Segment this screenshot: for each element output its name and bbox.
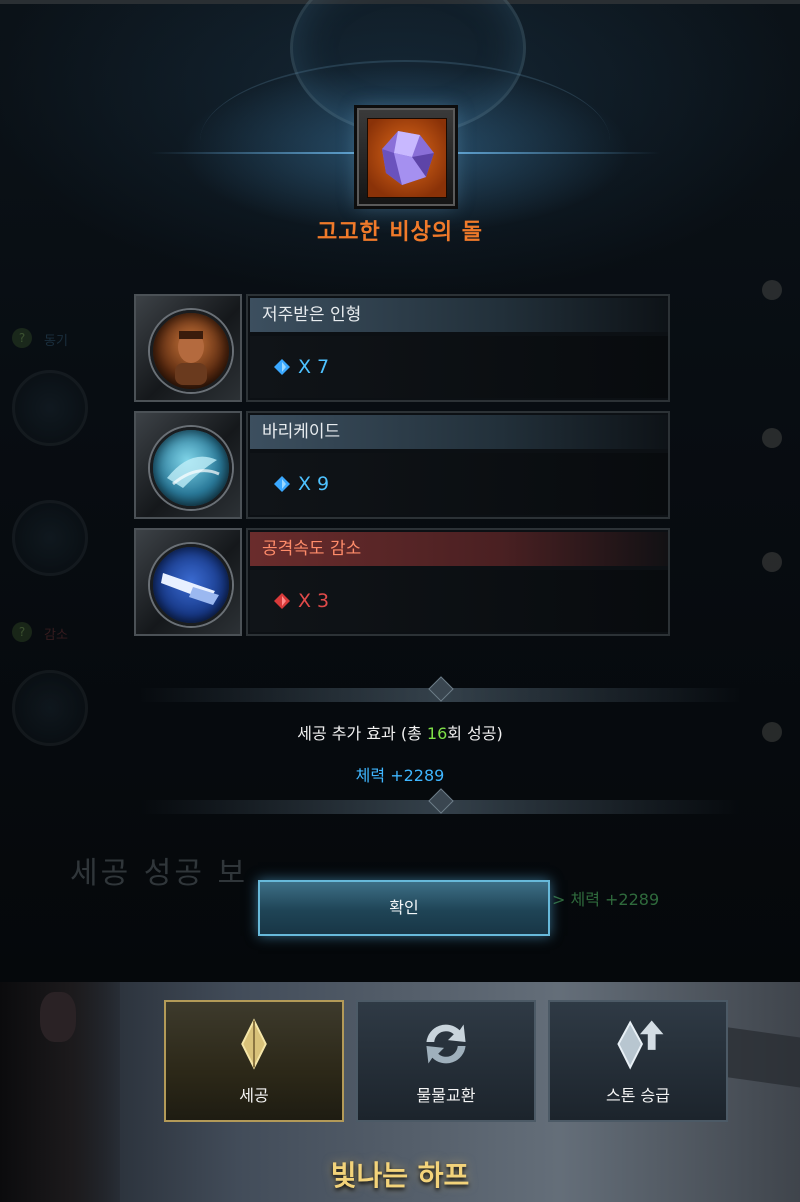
background-icon [12,500,88,576]
effect-value: X 3 [250,570,668,632]
effect-value-text: X 7 [298,356,330,378]
item-icon-frame [357,108,455,206]
background-label: 동기 [44,334,68,349]
effect-body: 바리케이드 X 9 [246,411,670,519]
effect-name: 공격속도 감소 [250,532,668,566]
effect-icon-frame [134,411,242,519]
blue-gem-icon [274,476,290,492]
background-heading: 세공 성공 보 [70,856,249,891]
purple-crystal-icon [367,118,447,198]
crystal-icon [241,1018,267,1070]
effect-name: 저주받은 인형 [250,298,668,332]
effect-value: X 9 [250,453,668,515]
effect-row: 공격속도 감소 X 3 [134,528,670,636]
success-count: 16 [426,724,448,743]
menu-label: 물물교환 [416,1086,476,1105]
effect-row: 바리케이드 X 9 [134,411,670,519]
menu-button-exchange[interactable]: 물물교환 [356,1000,536,1122]
effect-icon-frame [134,528,242,636]
barricade-icon [150,427,232,509]
effect-value: X 7 [250,336,668,398]
bottom-menu-area: 세공 물물교환 스톤 승급 빛나는 하프 [0,982,800,1202]
exchange-icon [426,1024,466,1064]
item-name: 고고한 비상의 돌 [317,220,483,245]
confirm-button[interactable]: 확인 [258,880,550,936]
divider-ornament [140,788,740,814]
blue-gem-icon [274,359,290,375]
bonus-title-prefix: 세공 추가 효과 (총 [297,724,427,743]
effect-body: 공격속도 감소 X 3 [246,528,670,636]
engraving-result-modal: ? 동기 ? 감소 세공 성공 보 > 체력 +2289 고고한 비상의 돌 저… [0,0,800,982]
background-stat: > 체력 +2289 [552,890,660,909]
bonus-title-suffix: 회 성공) [447,724,503,743]
help-icon: ? [12,622,32,642]
background-dot [762,428,782,448]
menu-button-engrave[interactable]: 세공 [164,1000,344,1122]
effect-name: 바리케이드 [250,415,668,449]
effect-row: 저주받은 인형 X 7 [134,294,670,402]
cursed-doll-icon [150,310,232,392]
background-panel-left: ? 동기 ? 감소 [0,300,100,780]
background-icon [12,370,88,446]
effect-value-text: X 3 [298,590,330,612]
effect-icon-frame [134,294,242,402]
menu-label: 세공 [239,1086,269,1105]
menu-button-stone-upgrade[interactable]: 스톤 승급 [548,1000,728,1122]
attack-speed-down-icon [150,544,232,626]
effect-value-text: X 9 [298,473,330,495]
background-label: 감소 [44,628,68,643]
effect-body: 저주받은 인형 X 7 [246,294,670,402]
diamond-ornament [428,788,454,814]
background-dot [762,552,782,572]
event-title: 빛나는 하프 [330,1159,470,1192]
diamond-ornament [428,676,454,702]
help-icon: ? [12,328,32,348]
bonus-stat: 체력 +2289 [355,766,445,785]
bonus-effect-title: 세공 추가 효과 (총 16회 성공) [0,720,800,744]
divider-ornament [140,676,740,702]
character-head [40,992,76,1042]
background-dot [762,280,782,300]
red-gem-icon [274,593,290,609]
menu-label: 스톤 승급 [606,1086,670,1105]
upgrade-crystal-icon [617,1020,664,1070]
